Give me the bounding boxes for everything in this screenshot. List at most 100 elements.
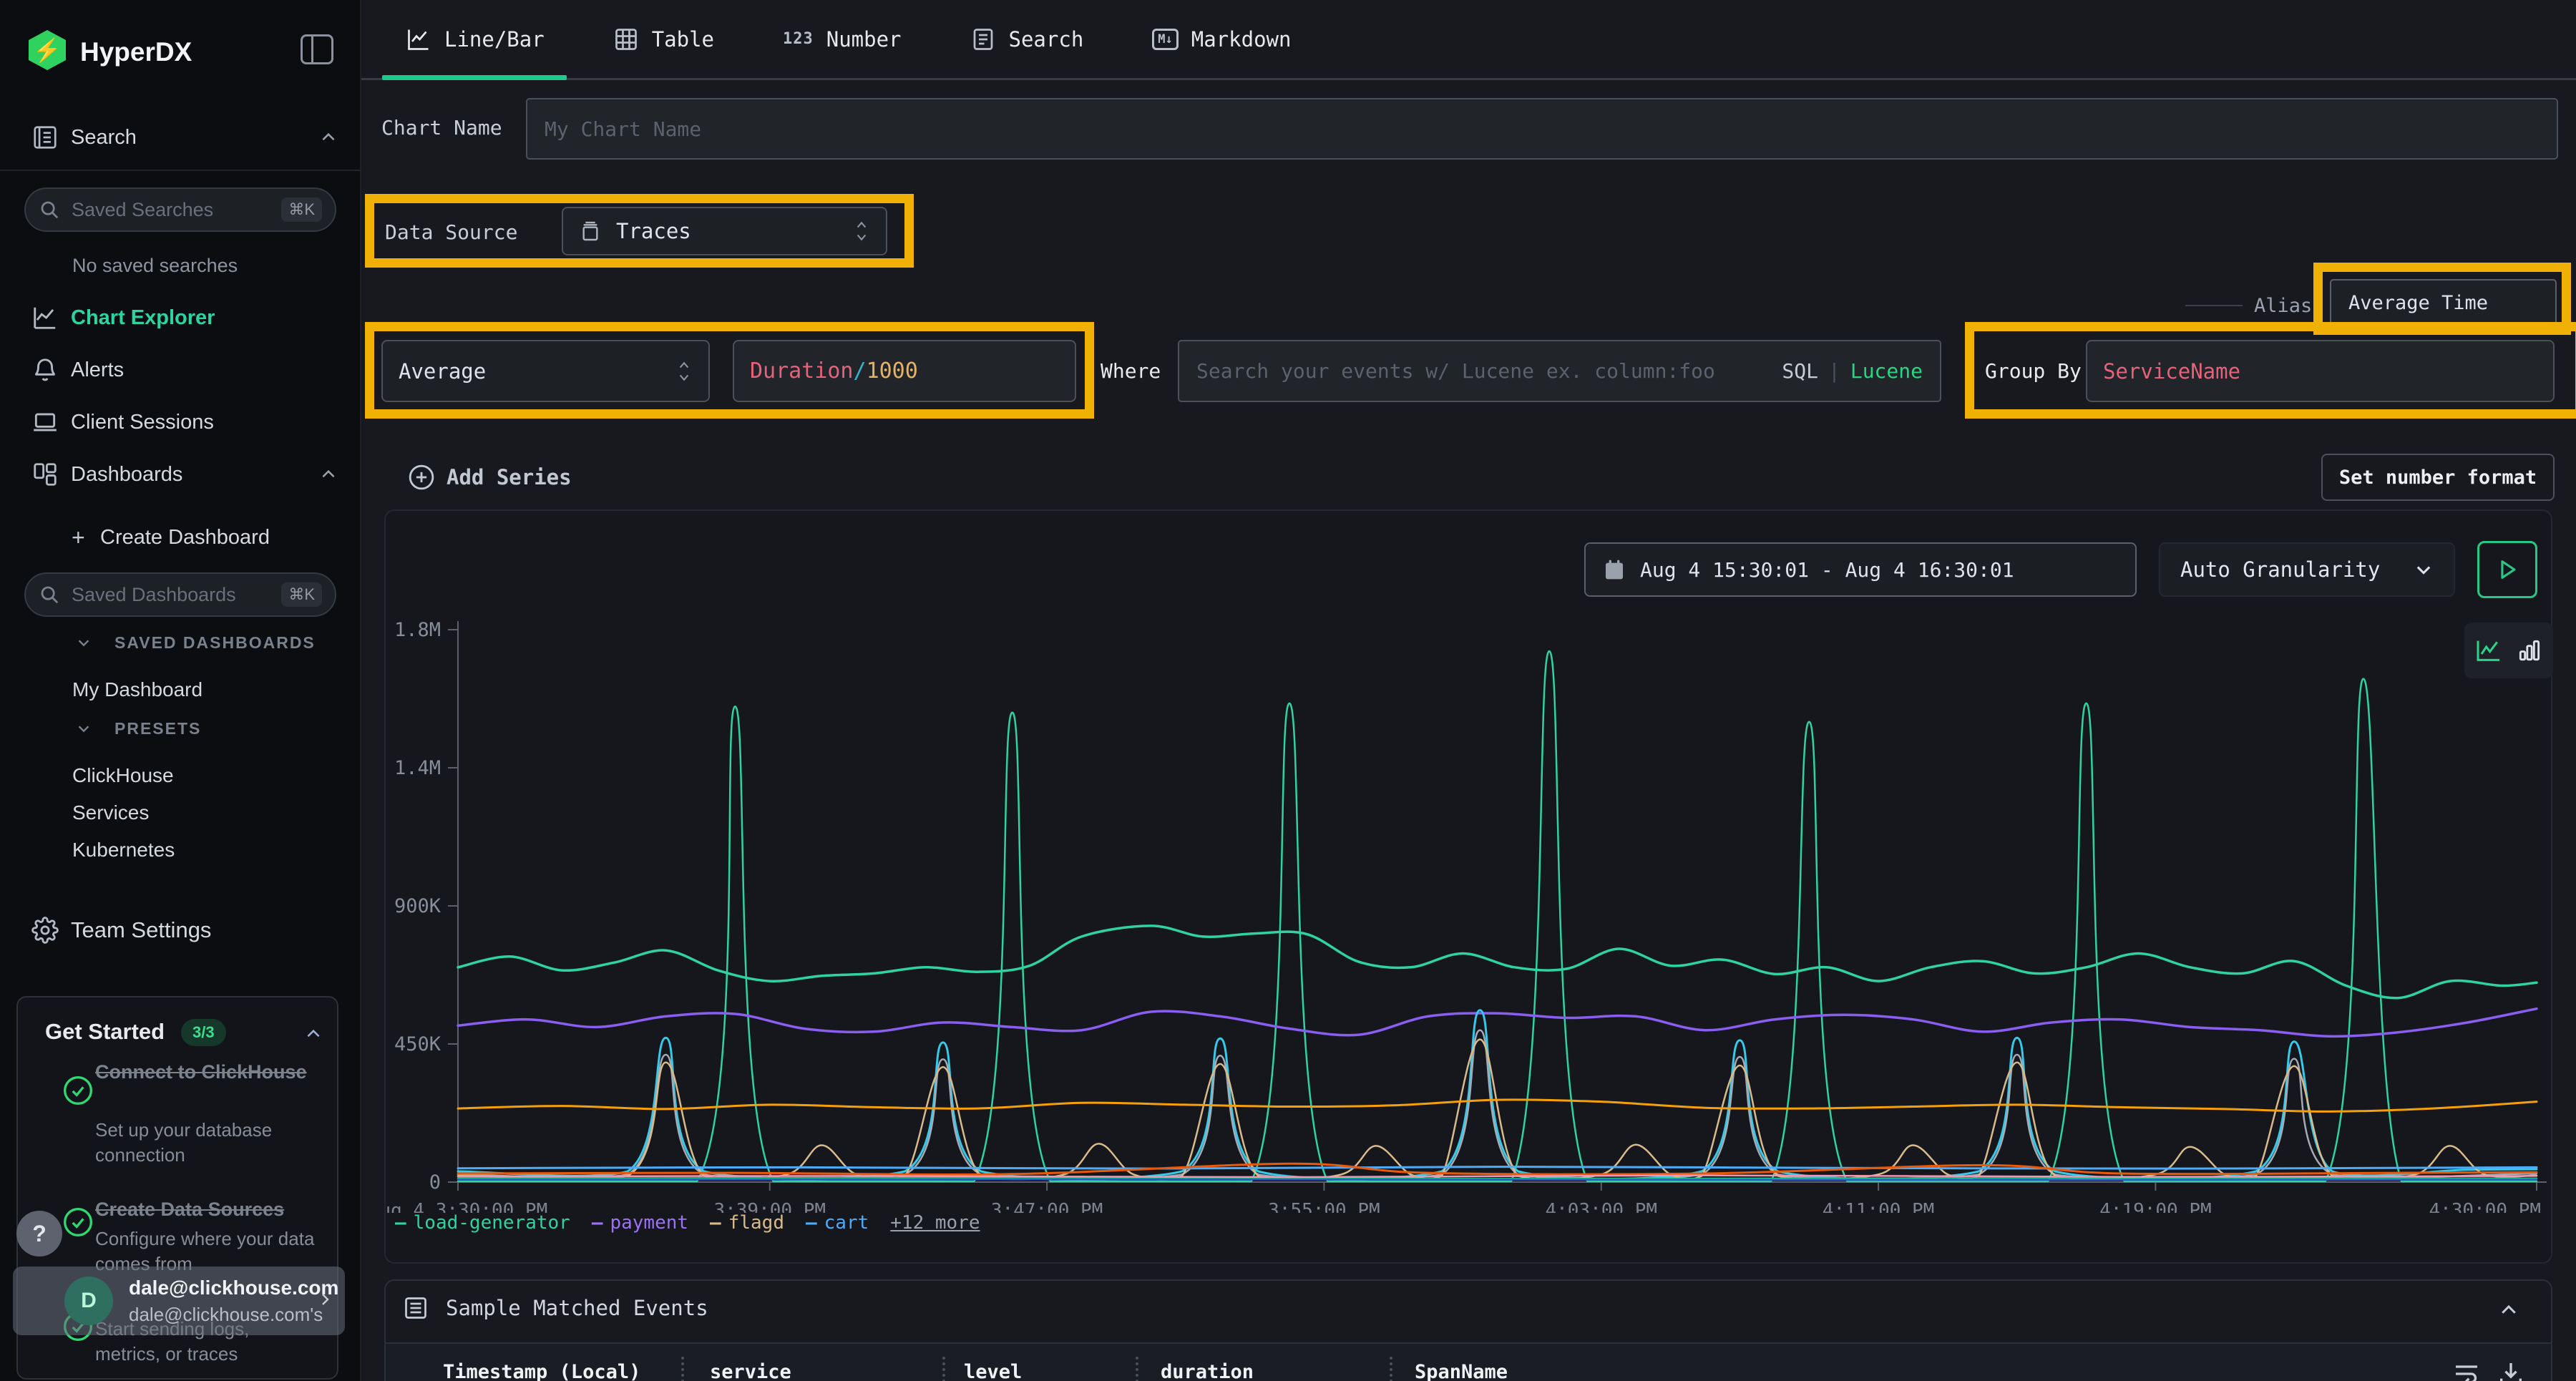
chevron-down-icon [76, 721, 92, 736]
column-duration[interactable]: duration [1161, 1361, 1254, 1381]
y-axis-tick-label: 1.4M [394, 757, 441, 779]
y-axis-tick-label: 450K [394, 1033, 441, 1055]
tab-number[interactable]: 123 Number [783, 27, 902, 52]
sidebar-item-my-dashboard[interactable]: My Dashboard [72, 678, 203, 701]
data-source-label: Data Source [385, 220, 517, 244]
create-dashboard-button[interactable]: + Create Dashboard [0, 522, 361, 553]
tab-markdown[interactable]: M↓ Markdown [1152, 27, 1291, 52]
play-icon [2495, 557, 2519, 582]
y-axis-tick-label: 900K [394, 895, 441, 917]
sidebar-item-clickhouse[interactable]: ClickHouse [72, 764, 174, 787]
aggregation-select[interactable]: Average [381, 340, 710, 402]
chevron-up-icon[interactable] [304, 1025, 323, 1043]
chart-name-input[interactable] [526, 98, 2558, 160]
legend-swatch: — [806, 1212, 817, 1234]
set-number-format-button[interactable]: Set number format [2321, 454, 2555, 501]
sidebar-section-search[interactable]: Search [0, 122, 361, 153]
legend-swatch: — [710, 1212, 721, 1234]
y-axis-tick-label: 0 [429, 1171, 441, 1194]
sidebar-item-services[interactable]: Services [72, 801, 149, 824]
series-line-blue-flat [458, 1179, 2537, 1180]
run-query-button[interactable] [2477, 541, 2537, 598]
help-button[interactable]: ? [16, 1211, 62, 1256]
legend-item-flagd[interactable]: —flagd [710, 1212, 784, 1234]
column-level[interactable]: level [964, 1361, 1022, 1381]
group-by-label: Group By [1985, 359, 2082, 383]
tab-bar: Line/Bar Table 123 Number Search M↓ Mark… [361, 0, 2576, 80]
lucene-mode-button[interactable]: Lucene [1850, 359, 1923, 383]
column-spanname[interactable]: SpanName [1415, 1361, 1508, 1381]
sidebar-divider [0, 170, 361, 171]
magnifier-icon [39, 584, 60, 605]
legend-more-link[interactable]: +12 more [890, 1212, 980, 1234]
tab-line-bar[interactable]: Line/Bar [406, 26, 545, 52]
database-icon [579, 220, 602, 243]
chart-explorer-icon [31, 304, 59, 331]
column-separator[interactable] [942, 1357, 945, 1381]
group-by-input[interactable]: ServiceName [2086, 340, 2555, 402]
x-axis-tick-label: 3:47:00 PM [991, 1200, 1103, 1213]
add-series-button[interactable]: Add Series [408, 464, 572, 491]
timeseries-chart[interactable]: 0450K900K1.4M1.8MAug 4 3:30:00 PM3:39:00… [384, 612, 2552, 1213]
user-team: dale@clickhouse.com's [129, 1304, 323, 1326]
sidebar-item-client-sessions[interactable]: Client Sessions [0, 406, 361, 438]
number-icon: 123 [783, 30, 814, 48]
active-tab-indicator [382, 75, 567, 80]
chevron-up-icon [319, 128, 338, 147]
sidebar-item-team-settings[interactable]: Team Settings [0, 914, 361, 946]
get-started-title: Get Started [45, 1019, 165, 1045]
sidebar-item-chart-explorer[interactable]: Chart Explorer [0, 302, 361, 333]
where-input[interactable]: Search your events w/ Lucene ex. column:… [1178, 340, 1941, 402]
legend-item-cart[interactable]: —cart [806, 1212, 869, 1234]
chart-legend: —load-generator—payment—flagd—cart+12 mo… [395, 1212, 980, 1234]
download-icon[interactable] [2497, 1360, 2525, 1381]
check-circle-icon [62, 1206, 94, 1238]
tab-table[interactable]: Table [613, 26, 714, 52]
step-title[interactable]: Create Data Sources [95, 1196, 310, 1224]
legend-swatch: — [395, 1212, 406, 1234]
shortcut-badge: ⌘K [281, 582, 322, 607]
legend-item-payment[interactable]: —payment [592, 1212, 688, 1234]
column-separator[interactable] [1136, 1357, 1138, 1381]
granularity-select[interactable]: Auto Granularity [2159, 542, 2455, 597]
tab-search[interactable]: Search [970, 26, 1084, 52]
sql-mode-button[interactable]: SQL [1782, 359, 1818, 383]
chevron-up-icon [319, 465, 338, 484]
alias-label: Alias [2254, 295, 2312, 317]
laptop-icon [31, 409, 59, 436]
chevron-up-icon[interactable] [2498, 1299, 2519, 1321]
chevron-down-icon [2414, 560, 2434, 580]
alias-input[interactable] [2330, 279, 2557, 327]
plus-icon: + [72, 524, 85, 551]
sidebar-item-alerts[interactable]: Alerts [0, 354, 361, 386]
time-range-picker[interactable]: Aug 4 15:30:01 - Aug 4 16:30:01 [1584, 542, 2137, 597]
x-axis-tick-label: Aug 4 3:30:00 PM [384, 1200, 547, 1213]
column-separator[interactable] [681, 1357, 684, 1381]
saved-searches-input[interactable]: Saved Searches ⌘K [24, 187, 336, 232]
column-service[interactable]: service [710, 1361, 791, 1381]
expression-input[interactable]: Duration/1000 [733, 340, 1076, 402]
sidebar-collapse-icon[interactable] [301, 34, 333, 64]
chart-name-label: Chart Name [381, 116, 502, 140]
sidebar-item-dashboards[interactable]: Dashboards [0, 459, 361, 490]
legend-label: payment [610, 1212, 688, 1234]
avatar: D [64, 1277, 113, 1325]
wrap-text-icon[interactable] [2452, 1360, 2481, 1381]
select-chevrons-icon [853, 218, 870, 244]
legend-item-load-generator[interactable]: — load-generator [395, 1212, 570, 1234]
series-line-load-generator [458, 926, 2537, 998]
user-menu[interactable]: D dale@clickhouse.com dale@clickhouse.co… [13, 1267, 345, 1335]
data-source-select[interactable]: Traces [562, 207, 887, 255]
column-timestamp[interactable]: Timestamp (Local) [443, 1361, 640, 1381]
saved-dashboards-input[interactable]: Saved Dashboards ⌘K [24, 572, 336, 617]
column-separator[interactable] [1390, 1357, 1392, 1381]
sample-events-header[interactable]: Sample Matched Events [403, 1295, 708, 1321]
app-title: HyperDX [80, 37, 192, 67]
step-desc: Set up your database connection [95, 1118, 317, 1168]
legend-label: load-generator [414, 1212, 570, 1234]
lang-separator: | [1828, 359, 1840, 383]
step-title[interactable]: Connect to ClickHouse [95, 1059, 310, 1086]
page: ⚡ HyperDX Search Saved Searches ⌘K No sa… [0, 0, 2576, 1381]
series-line-payment [458, 1009, 2537, 1037]
sidebar-item-kubernetes[interactable]: Kubernetes [72, 839, 175, 862]
